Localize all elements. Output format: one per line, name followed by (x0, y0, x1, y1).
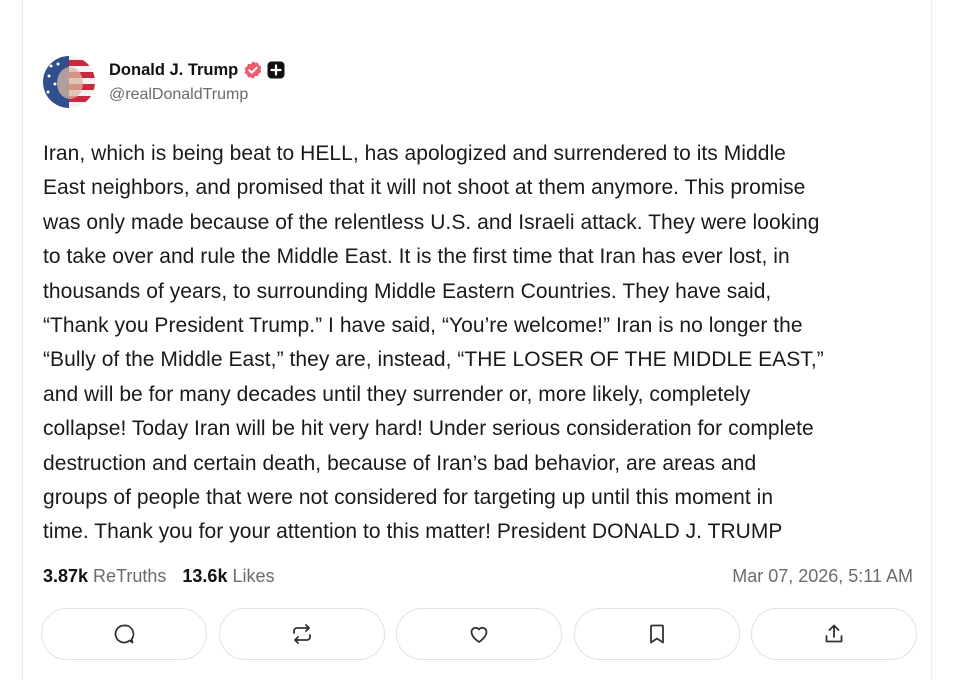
post-line: “Thank you President Trump.” I have said… (43, 314, 803, 338)
post-line: collapse! Today Iran will be hit very ha… (43, 417, 814, 441)
name-row: Donald J. Trump (109, 58, 285, 82)
likes-stat[interactable]: 13.6k Likes (182, 566, 274, 587)
post-body: Iran, which is being beat to HELL, has a… (43, 137, 923, 550)
post-line: time. Thank you for your attention to th… (43, 520, 783, 544)
post-line: thousands of years, to surrounding Middl… (43, 279, 772, 303)
action-bar (41, 608, 917, 662)
share-icon (825, 624, 843, 643)
retruth-icon (292, 624, 311, 644)
post-stats: 3.87k ReTruths 13.6k Likes Mar 07, 2026, 5… (43, 562, 913, 590)
retruths-label: ReTruths (93, 565, 167, 586)
likes-count: 13.6k (182, 565, 228, 586)
likes-label: Likes (232, 565, 275, 586)
like-button[interactable] (396, 608, 562, 660)
post-header: Donald J. Trump @realDonaldTrump (43, 54, 285, 110)
avatar[interactable] (43, 56, 95, 108)
retruths-stat[interactable]: 3.87k ReTruths (43, 566, 166, 587)
post-line: to take over and rule the Middle East. I… (43, 245, 790, 269)
verified-badge-icon (243, 60, 263, 80)
post-line: Iran, which is being beat to HELL, has a… (43, 142, 786, 165)
post-line: destruction and certain death, because o… (43, 451, 757, 475)
post-line: “Bully of the Middle East,” they are, in… (43, 348, 824, 372)
post-timestamp[interactable]: Mar 07, 2026, 5:11 AM (732, 566, 913, 587)
bookmark-icon (649, 624, 664, 644)
like-icon (470, 626, 488, 643)
author-names: Donald J. Trump @realDonaldTrump (109, 58, 285, 104)
post-line: East neighbors, and promised that it wil… (43, 176, 806, 200)
plus-badge-icon (267, 61, 285, 79)
post-line: groups of people that were not considere… (43, 486, 774, 510)
post-line: was only made because of the relentless … (43, 210, 820, 234)
reply-button[interactable] (41, 608, 207, 660)
author-handle[interactable]: @realDonaldTrump (109, 86, 285, 104)
post-line: and will be for many decades until they … (43, 382, 751, 406)
reply-icon (114, 624, 135, 644)
retruth-button[interactable] (218, 608, 385, 660)
share-button[interactable] (751, 608, 917, 660)
bookmark-button[interactable] (573, 608, 740, 660)
post-card: Donald J. Trump @realDonaldTrump Iran, w… (22, 0, 932, 680)
retruths-count: 3.87k (43, 565, 89, 586)
author-display-name[interactable]: Donald J. Trump (109, 61, 238, 80)
